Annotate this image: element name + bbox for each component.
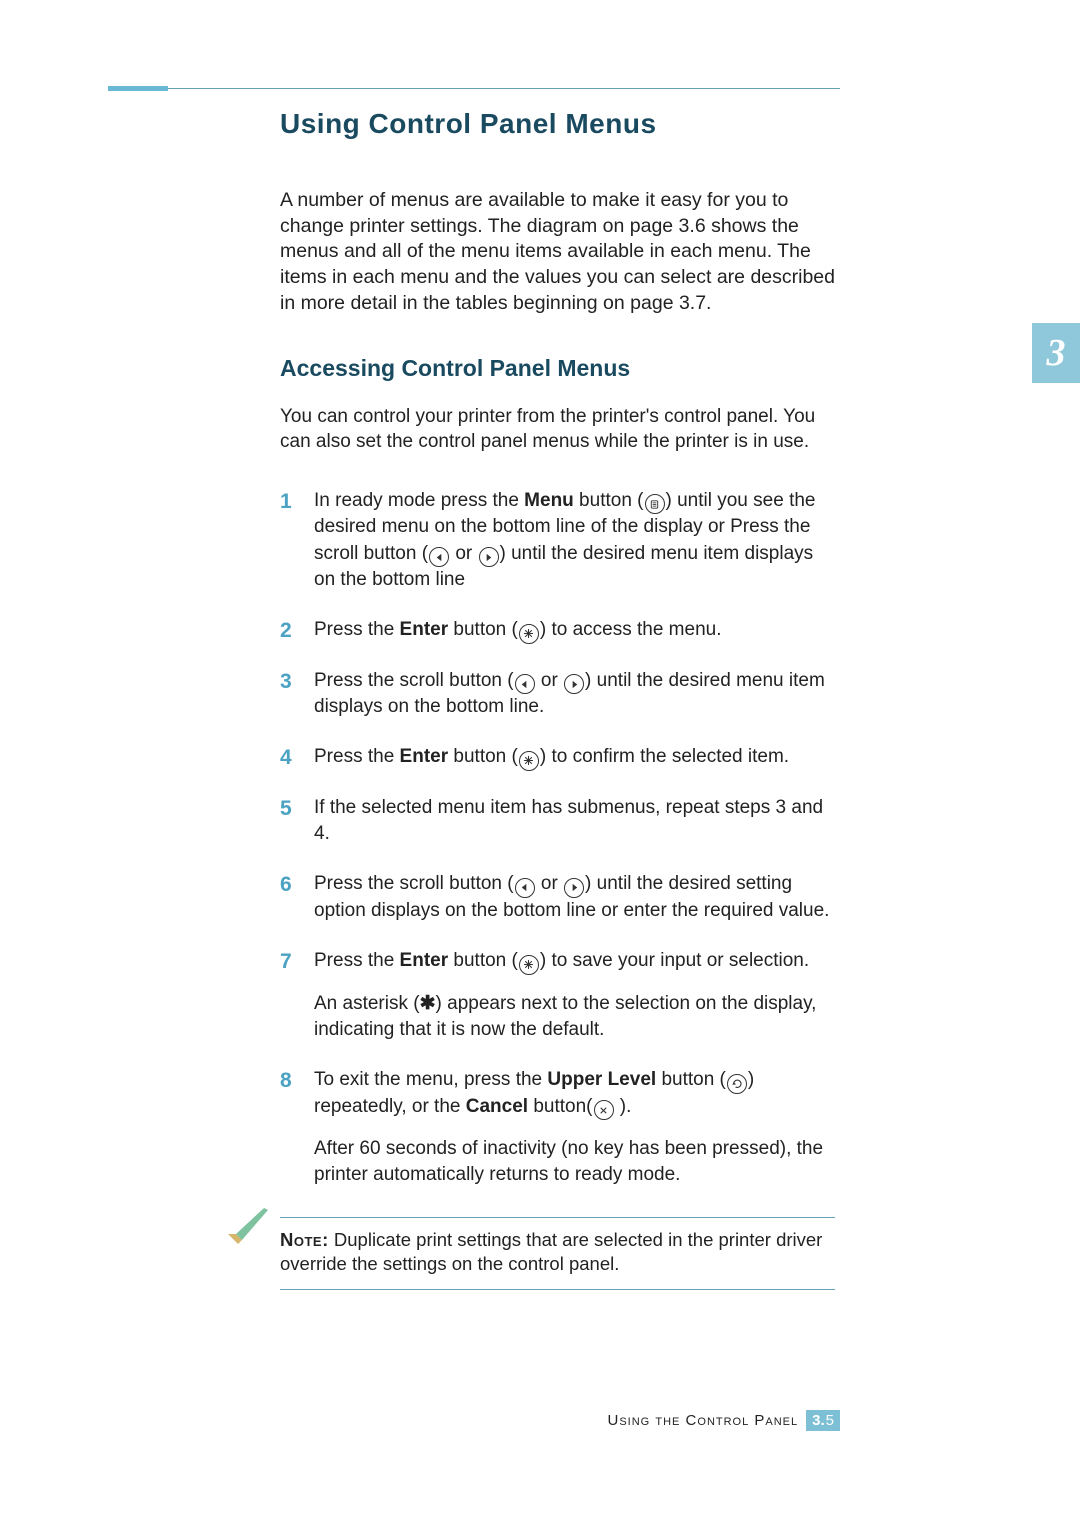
step-number: 8 <box>280 1067 292 1096</box>
enter-icon <box>519 955 539 975</box>
step-7: 7 Press the Enter button ( ) to save your… <box>280 948 835 1043</box>
enter-bold: Enter <box>400 950 449 971</box>
text: button ( <box>448 746 518 767</box>
text: ) to save your input or selection. <box>540 950 809 971</box>
text: An asterisk ( <box>314 993 420 1014</box>
step-number: 7 <box>280 948 292 977</box>
note-label: Note: <box>280 1229 329 1250</box>
footer-page-number: 3.5 <box>806 1410 840 1431</box>
step-4: 4 Press the Enter button ( ) to confirm t… <box>280 744 835 771</box>
step-2: 2 Press the Enter button ( ) to access th… <box>280 617 835 644</box>
text: button( <box>528 1096 592 1117</box>
menu-bold: Menu <box>524 490 574 511</box>
step-number: 1 <box>280 488 292 517</box>
text: button ( <box>448 950 518 971</box>
text: or <box>450 543 477 564</box>
text: ) to confirm the selected item. <box>540 746 789 767</box>
left-arrow-icon <box>429 547 449 567</box>
step-5: 5 If the selected menu item has submenus… <box>280 795 835 847</box>
text: In ready mode press the <box>314 490 524 511</box>
step-8: 8 To exit the menu, press the Upper Leve… <box>280 1067 835 1188</box>
right-arrow-icon <box>479 547 499 567</box>
section-title: Using Control Panel Menus <box>280 108 835 140</box>
footer-page: 5 <box>826 1412 834 1429</box>
text: To exit the menu, press the <box>314 1069 547 1090</box>
asterisk-icon: ✱ <box>420 993 436 1014</box>
footer-text: Using the Control Panel <box>608 1412 799 1429</box>
note-box: Note: Duplicate print settings that are … <box>280 1217 835 1291</box>
enter-bold: Enter <box>400 619 449 640</box>
step-6: 6 Press the scroll button ( or ) until t… <box>280 871 835 924</box>
intro-paragraph: A number of menus are available to make … <box>280 188 835 317</box>
text: ) to access the menu. <box>540 619 722 640</box>
header-rule-accent <box>108 86 168 91</box>
text: button ( <box>656 1069 726 1090</box>
text: ). <box>615 1096 632 1117</box>
step-1: 1 In ready mode press the Menu button ()… <box>280 488 835 593</box>
text: Press the <box>314 746 400 767</box>
step-number: 3 <box>280 668 292 697</box>
chapter-tab: 3 <box>1032 323 1080 383</box>
right-arrow-icon <box>564 674 584 694</box>
text: Press the scroll button ( <box>314 670 514 691</box>
step-number: 6 <box>280 871 292 900</box>
menu-icon <box>645 494 665 514</box>
text: Press the <box>314 950 400 971</box>
step-number: 4 <box>280 744 292 773</box>
note-text: Duplicate print settings that are select… <box>280 1229 822 1275</box>
note-checkmark-icon <box>222 1204 272 1261</box>
text: or <box>536 873 563 894</box>
text: button ( <box>574 490 644 511</box>
upper-level-bold: Upper Level <box>547 1069 656 1090</box>
upper-level-icon <box>727 1074 747 1094</box>
subsection-title: Accessing Control Panel Menus <box>280 355 835 382</box>
step-number: 5 <box>280 795 292 824</box>
text: button ( <box>448 619 518 640</box>
enter-icon <box>519 751 539 771</box>
step-3: 3 Press the scroll button ( or ) until t… <box>280 668 835 721</box>
enter-icon <box>519 624 539 644</box>
enter-bold: Enter <box>400 746 449 767</box>
left-arrow-icon <box>515 878 535 898</box>
text: After 60 seconds of inactivity (no key h… <box>314 1136 835 1188</box>
subsection-intro: You can control your printer from the pr… <box>280 404 835 454</box>
page-footer: Using the Control Panel 3.5 <box>608 1410 841 1431</box>
text: Press the scroll button ( <box>314 873 514 894</box>
cancel-icon <box>594 1100 614 1120</box>
right-arrow-icon <box>564 878 584 898</box>
step-number: 2 <box>280 617 292 646</box>
left-arrow-icon <box>515 674 535 694</box>
cancel-bold: Cancel <box>466 1096 528 1117</box>
text: Press the <box>314 619 400 640</box>
text: or <box>536 670 563 691</box>
footer-chapter: 3. <box>812 1412 825 1429</box>
header-rule <box>108 88 840 89</box>
text: If the selected menu item has submenus, … <box>314 797 823 844</box>
